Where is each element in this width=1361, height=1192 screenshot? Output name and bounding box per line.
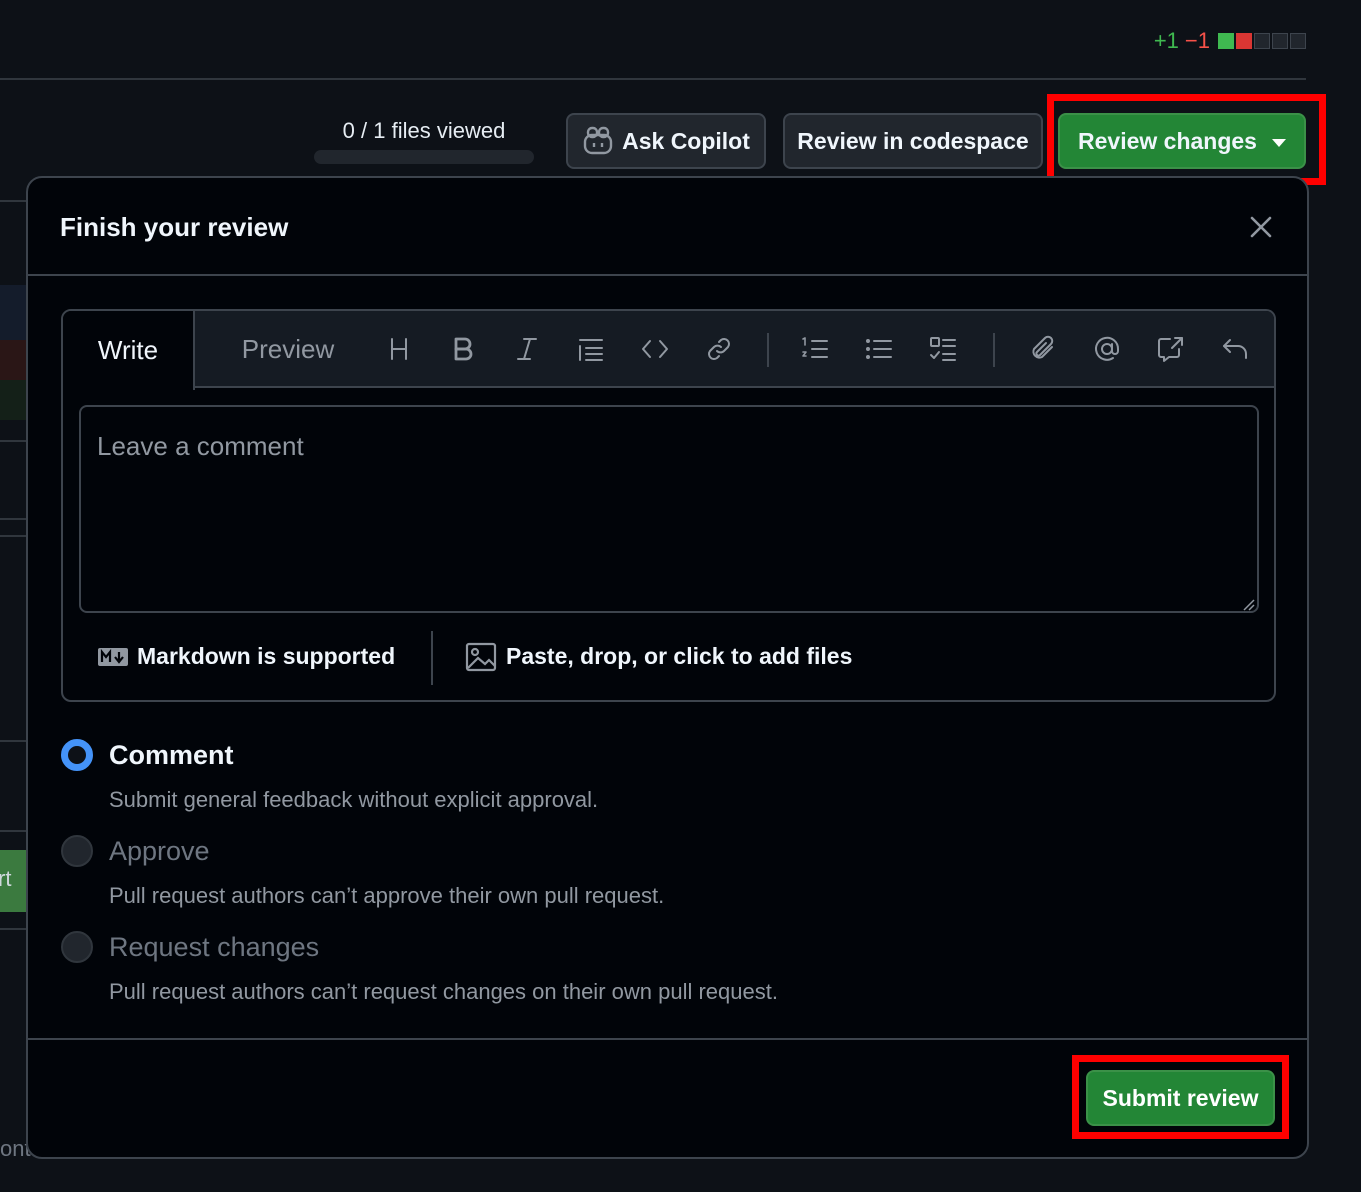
close-icon[interactable] [1246, 212, 1276, 242]
footer-divider [431, 631, 433, 685]
files-viewed-progress [314, 150, 534, 164]
tab-write[interactable]: Write [63, 311, 195, 390]
copilot-icon [583, 126, 613, 155]
dialog-footer-divider [28, 1038, 1307, 1040]
comment-editor: Write Preview Markdown is supported [61, 309, 1276, 702]
approve-radio[interactable] [61, 835, 93, 867]
comment-textarea[interactable] [79, 405, 1259, 613]
ask-copilot-button[interactable]: Ask Copilot [566, 113, 766, 169]
bg-strip [0, 380, 26, 420]
bg-divider [0, 928, 26, 930]
highlight-box [1072, 1055, 1289, 1139]
diffstat-block [1254, 33, 1270, 49]
bg-divider [0, 535, 26, 537]
approve-option-label[interactable]: Approve [109, 836, 210, 867]
additions-count: +1 [1153, 28, 1179, 53]
bold-icon[interactable] [445, 331, 481, 367]
files-viewed-count: 0 / 1 files viewed [342, 118, 506, 143]
markdown-supported-link[interactable]: Markdown is supported [137, 643, 395, 670]
diffstat-block [1272, 33, 1288, 49]
header-divider [0, 78, 1306, 80]
highlight-box [1047, 94, 1326, 185]
approve-option-description: Pull request authors can’t approve their… [109, 883, 665, 908]
toolbar-divider [993, 333, 995, 367]
finish-review-dialog: Finish your review Write Preview Leave a… [26, 176, 1309, 1159]
task-list-icon[interactable] [925, 331, 961, 367]
dialog-title: Finish your review [60, 212, 289, 242]
comment-radio[interactable] [61, 739, 93, 771]
ordered-list-icon[interactable] [797, 331, 833, 367]
bg-divider [0, 740, 26, 742]
bg-divider [0, 518, 26, 520]
dialog-divider [28, 274, 1307, 276]
heading-icon[interactable] [381, 331, 417, 367]
bg-green-button-fragment: rt [0, 850, 26, 912]
editor-footer: Markdown is supported Paste, drop, or cl… [63, 629, 1274, 685]
add-files-button[interactable]: Paste, drop, or click to add files [506, 643, 852, 670]
resize-handle-icon[interactable] [1241, 597, 1255, 611]
review-in-codespace-button[interactable]: Review in codespace [783, 113, 1043, 169]
link-icon[interactable] [701, 331, 737, 367]
bg-divider [0, 200, 26, 202]
bg-divider [0, 440, 26, 442]
diffstat-block [1236, 33, 1252, 49]
unordered-list-icon[interactable] [861, 331, 897, 367]
bg-strip [0, 340, 26, 380]
comment-option-label[interactable]: Comment [109, 740, 234, 771]
diffstat-blocks [1218, 33, 1306, 49]
quote-icon[interactable] [573, 331, 609, 367]
bg-strip [0, 285, 26, 340]
deletions-count: −1 [1184, 28, 1210, 53]
request-changes-option-label[interactable]: Request changes [109, 932, 319, 963]
italic-icon[interactable] [509, 331, 545, 367]
request-changes-option-description: Pull request authors can’t request chang… [109, 979, 778, 1004]
cross-reference-icon[interactable] [1153, 331, 1189, 367]
code-icon[interactable] [637, 331, 673, 367]
diffstat-block [1218, 33, 1234, 49]
attach-icon[interactable] [1025, 331, 1061, 367]
request-changes-radio[interactable] [61, 931, 93, 963]
mention-icon[interactable] [1089, 331, 1125, 367]
toolbar-divider [767, 333, 769, 367]
diffstat-block [1290, 33, 1306, 49]
undo-icon[interactable] [1217, 331, 1253, 367]
diffstat: +1 −1 [1154, 28, 1306, 54]
image-icon [465, 642, 497, 672]
bg-divider [0, 830, 26, 832]
tab-preview[interactable]: Preview [213, 311, 363, 388]
markdown-icon [98, 648, 128, 666]
comment-option-description: Submit general feedback without explicit… [109, 787, 599, 812]
ask-copilot-label: Ask Copilot [622, 127, 750, 154]
